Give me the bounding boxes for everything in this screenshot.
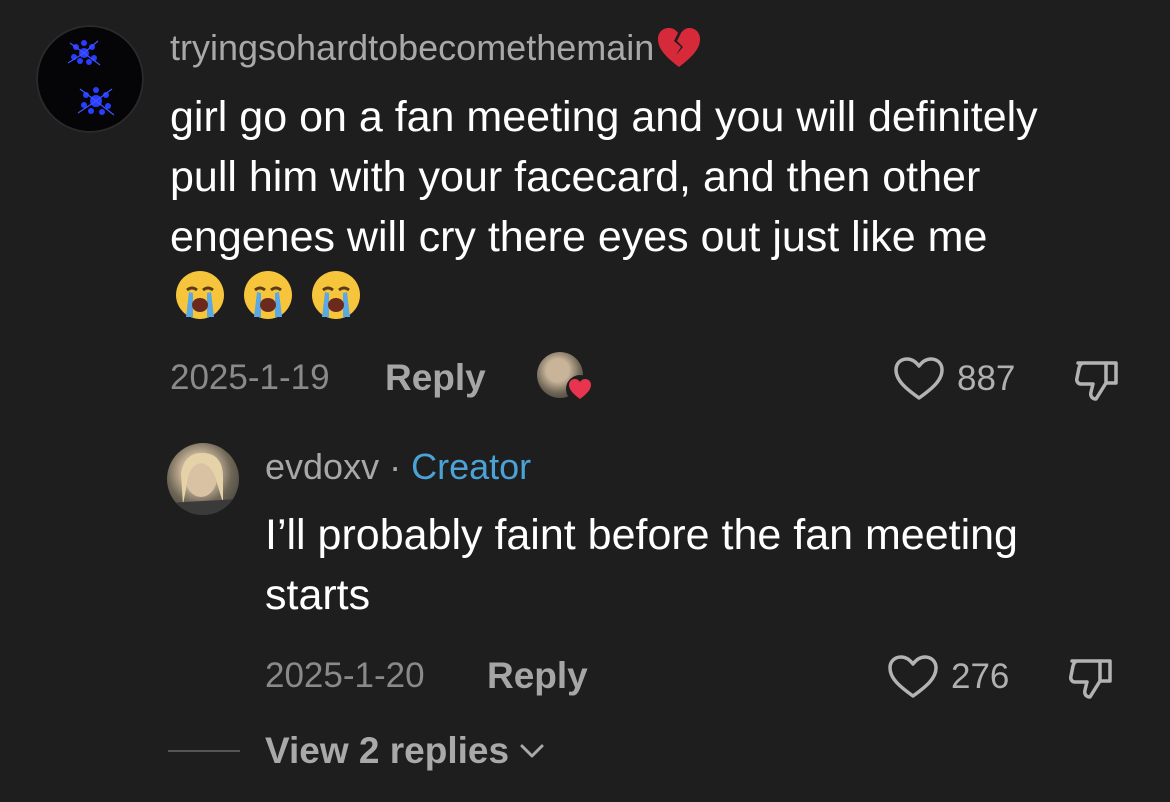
dislike-icon[interactable] bbox=[1072, 357, 1124, 403]
heart-badge-icon bbox=[566, 375, 594, 403]
comment-reply-button[interactable]: Reply bbox=[385, 357, 486, 399]
reply-body: I’ll probably faint before the fan meeti… bbox=[265, 505, 1135, 625]
creator-avatar[interactable] bbox=[167, 443, 239, 515]
commenter-avatar[interactable] bbox=[36, 25, 144, 133]
reply-text: I’ll probably faint before the fan meeti… bbox=[265, 511, 1018, 619]
comment-text: girl go on a fan meeting and you will de… bbox=[170, 93, 1038, 261]
comment-like-count: 887 bbox=[957, 359, 1016, 398]
view-replies-label[interactable]: View 2 replies bbox=[265, 730, 509, 772]
dislike-icon[interactable] bbox=[1066, 655, 1118, 701]
reply-username[interactable]: evdoxv bbox=[265, 446, 379, 488]
creator-label: Creator bbox=[411, 446, 532, 487]
commenter-username[interactable]: tryingsohardtobecomethemain bbox=[170, 27, 654, 69]
reply-date: 2025-1-20 bbox=[265, 656, 425, 695]
reply-like[interactable]: 276 bbox=[887, 654, 1009, 700]
comment-header: tryingsohardtobecomethemain bbox=[170, 27, 702, 69]
heart-outline-icon[interactable] bbox=[893, 356, 945, 402]
reply-header: evdoxv · Creator bbox=[265, 446, 531, 488]
creator-photo-icon bbox=[167, 452, 239, 515]
heart-outline-icon[interactable] bbox=[887, 654, 939, 700]
replies-divider bbox=[168, 750, 240, 752]
broken-heart-icon bbox=[658, 28, 701, 67]
header-separator: · bbox=[389, 446, 402, 487]
blue-flower-icon bbox=[67, 40, 115, 116]
view-replies-button[interactable]: View 2 replies bbox=[265, 730, 545, 772]
reply-like-count: 276 bbox=[951, 657, 1010, 696]
comment-date: 2025-1-19 bbox=[170, 358, 330, 397]
reply-reply-button[interactable]: Reply bbox=[487, 655, 588, 697]
chevron-down-icon[interactable] bbox=[519, 742, 545, 760]
comment-body: girl go on a fan meeting and you will de… bbox=[170, 87, 1090, 327]
comment-like[interactable]: 887 bbox=[893, 356, 1015, 402]
creator-liked-badge bbox=[537, 352, 595, 404]
loudly-crying-face-icon bbox=[176, 269, 362, 321]
crying-emojis bbox=[174, 269, 364, 321]
